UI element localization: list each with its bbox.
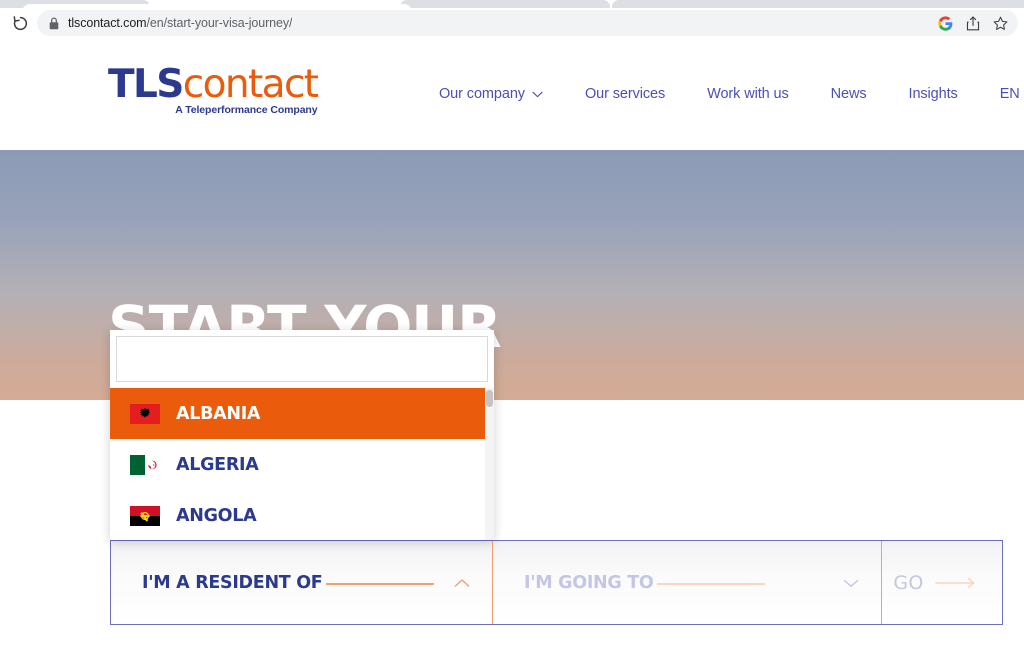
list-item[interactable]: ALGERIA (110, 439, 494, 490)
nav-label: EN (999, 86, 1020, 102)
resident-select-label: I'M A RESIDENT OF (142, 572, 435, 593)
list-item-label: ALBANIA (176, 403, 261, 424)
browser-tab-inactive[interactable] (400, 0, 610, 8)
url-host: tlscontact.com (68, 16, 147, 30)
logo-wordmark: TLScontact (108, 62, 319, 107)
nav-label: Insights (908, 86, 958, 102)
nav-item-work-with-us[interactable]: Work with us (686, 86, 810, 102)
page-content: TLScontact A Teleperformance Company Our… (0, 38, 1024, 647)
nav-label: Work with us (707, 86, 789, 102)
address-bar[interactable]: tlscontact.com/en/start-your-visa-journe… (37, 10, 1018, 36)
nav-item-news[interactable]: News (810, 86, 888, 102)
resident-country-select[interactable]: I'M A RESIDENT OF (111, 541, 493, 624)
main-navigation: Our company Our services Work with us Ne… (418, 38, 1024, 150)
arrow-right-icon (934, 572, 977, 594)
share-icon[interactable] (966, 15, 980, 31)
list-item[interactable]: ALBANIA (110, 388, 494, 439)
lock-icon (49, 16, 59, 30)
country-search-input[interactable] (116, 336, 488, 382)
country-dropdown-panel: ALBANIA ALGERIA ANGOLA (110, 330, 494, 540)
angola-flag (130, 505, 160, 526)
nav-item-insights[interactable]: Insights (888, 86, 979, 102)
site-header: TLScontact A Teleperformance Company Our… (0, 38, 1024, 150)
tlscontact-logo[interactable]: TLScontact A Teleperformance Company (108, 62, 319, 117)
list-item-label: ANGOLA (176, 505, 257, 526)
browser-tabstrip (0, 0, 1024, 12)
dropdown-scrollbar[interactable] (485, 388, 494, 540)
go-button-label: GO (893, 572, 976, 594)
destination-country-select[interactable]: I'M GOING TO (493, 541, 882, 624)
logo-tls: TLS (108, 62, 184, 107)
list-item-label: ALGERIA (176, 454, 259, 475)
reload-icon[interactable] (3, 10, 37, 36)
url-text: tlscontact.com/en/start-your-visa-journe… (68, 16, 292, 30)
dropdown-search-wrap (110, 330, 494, 382)
omnibox-action-icons (938, 10, 1008, 36)
destination-value-placeholder-line (657, 582, 766, 585)
country-list: ALBANIA ALGERIA ANGOLA (110, 388, 494, 540)
list-item[interactable]: ANGOLA (110, 490, 494, 540)
resident-label-text: I'M A RESIDENT OF (142, 572, 323, 593)
nav-label: News (830, 86, 867, 102)
visa-journey-selector-bar: I'M A RESIDENT OF I'M GOING TO GO (110, 540, 1003, 625)
browser-toolbar: tlscontact.com/en/start-your-visa-journe… (0, 8, 1024, 38)
logo-contact: contact (182, 62, 319, 107)
browser-chrome: tlscontact.com/en/start-your-visa-journe… (0, 0, 1024, 38)
nav-item-our-company[interactable]: Our company (418, 86, 564, 102)
go-label-text: GO (893, 571, 924, 594)
destination-label-text: I'M GOING TO (524, 572, 654, 593)
resident-value-placeholder-line (326, 582, 435, 585)
algeria-flag (130, 454, 160, 475)
albania-flag (130, 403, 160, 424)
nav-item-language-selector[interactable]: EN (979, 86, 1024, 102)
browser-tab-inactive[interactable] (612, 0, 1024, 8)
chevron-down-icon (532, 91, 543, 98)
nav-item-our-services[interactable]: Our services (564, 86, 686, 102)
chevron-up-icon (454, 578, 470, 588)
nav-label: Our services (584, 86, 666, 102)
go-button[interactable]: GO (882, 541, 1002, 624)
destination-select-label: I'M GOING TO (524, 572, 766, 593)
url-path: /en/start-your-visa-journey/ (146, 16, 293, 30)
nav-label: Our company (439, 86, 525, 102)
bookmark-star-icon[interactable] (993, 16, 1008, 31)
google-icon[interactable] (938, 15, 953, 31)
dropdown-scrollbar-thumb[interactable] (486, 390, 493, 407)
chevron-down-icon (843, 578, 859, 588)
